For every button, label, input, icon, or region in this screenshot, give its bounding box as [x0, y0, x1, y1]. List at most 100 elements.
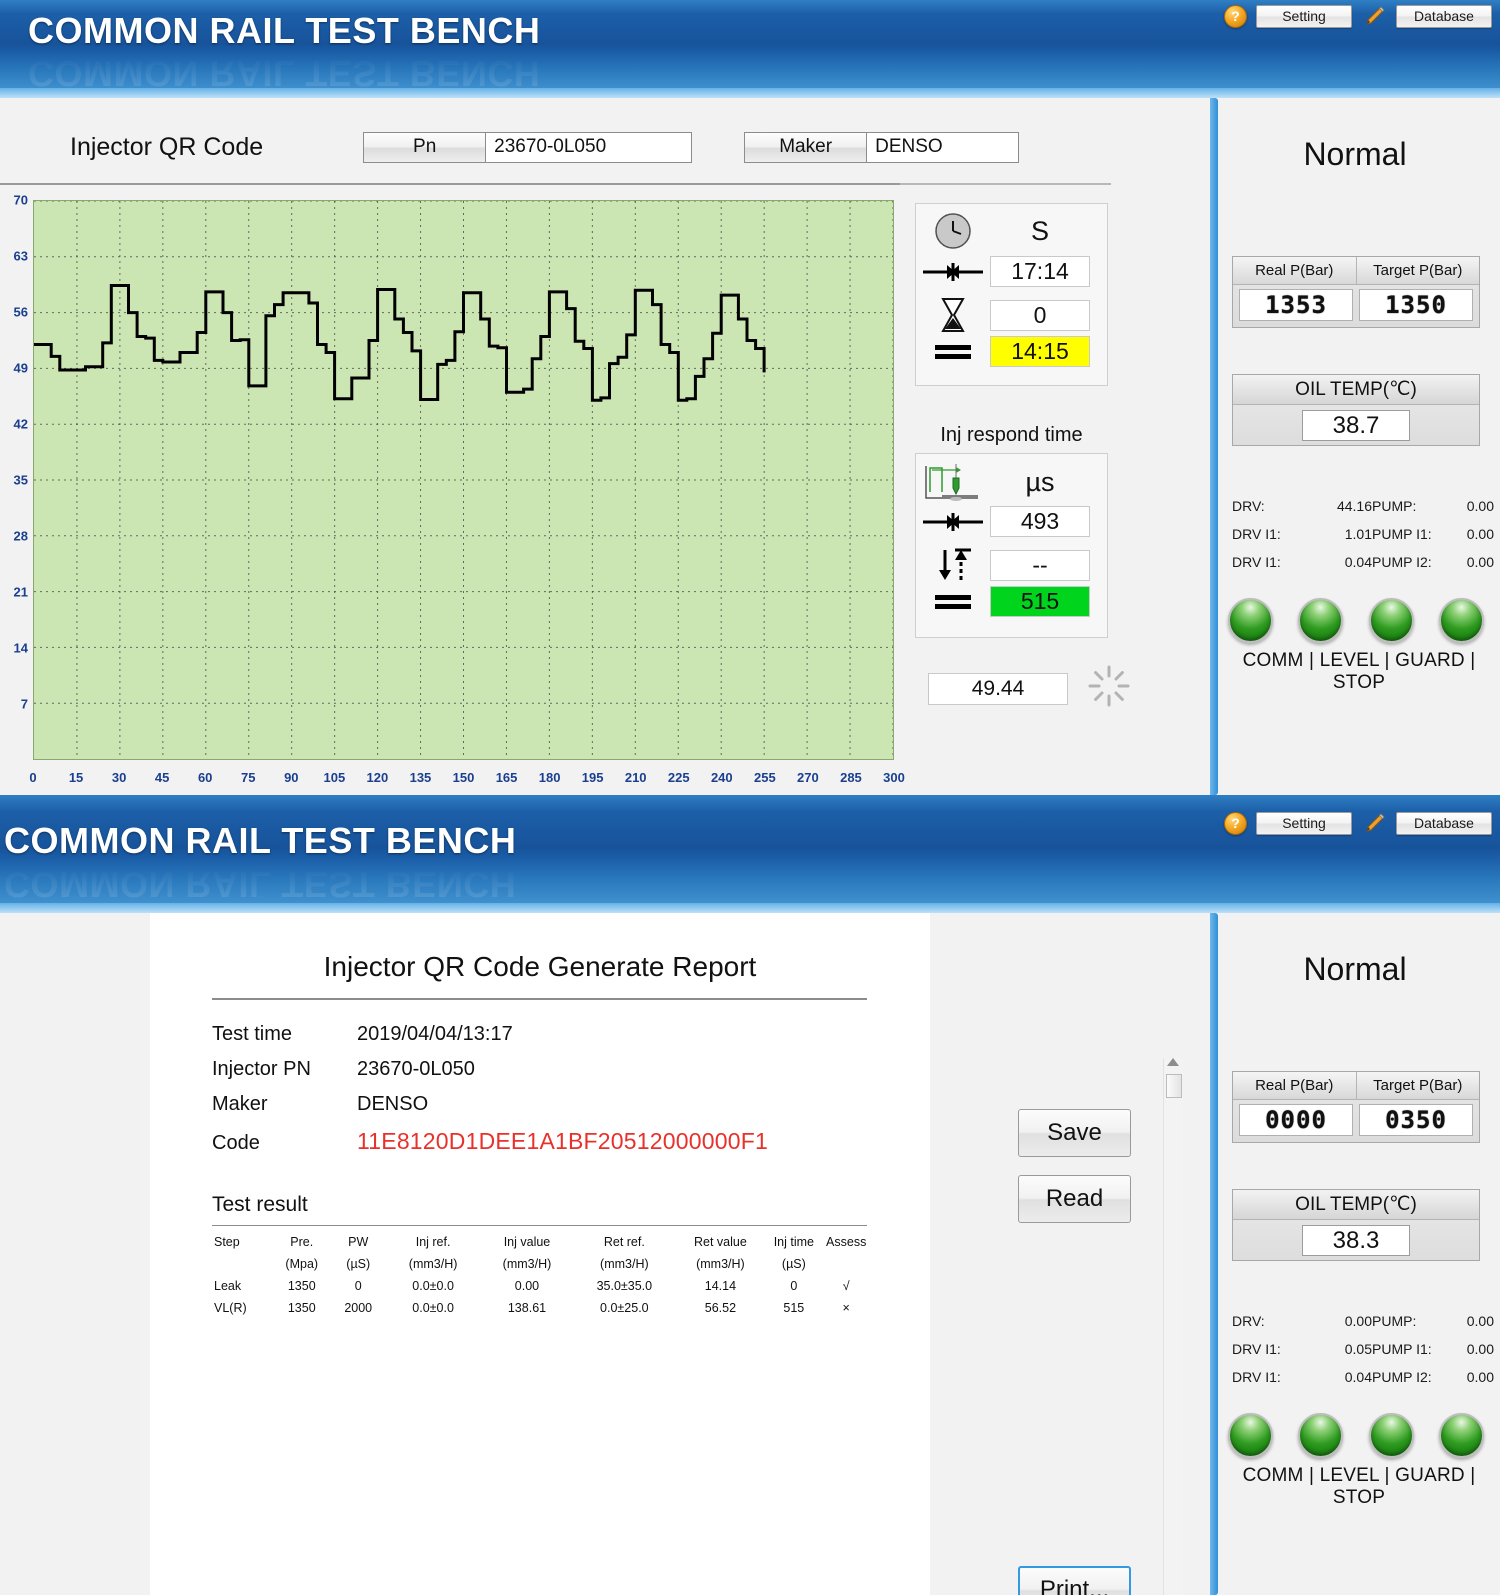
cell-ret-ref: 0.0±25.0: [600, 1301, 649, 1315]
report-title: Injector QR Code Generate Report: [323, 951, 757, 982]
injector-pn-value: 23670-0L050: [357, 1058, 475, 1080]
injector-qr-label: Injector QR Code: [70, 132, 264, 161]
status-state-top: Normal: [1303, 136, 1407, 172]
target-pressure-label: Target P(Bar): [1356, 257, 1479, 285]
pencil-icon[interactable]: [1361, 811, 1387, 835]
x-tick-label: 165: [495, 770, 518, 785]
drv-label-0: DRV:: [1232, 498, 1265, 514]
maker-button[interactable]: Maker: [744, 131, 868, 163]
pump-value-0: 0.00: [1466, 1313, 1494, 1329]
setting-button[interactable]: Setting: [1256, 811, 1352, 835]
y-tick-label: 14: [13, 640, 28, 656]
spinner-icon: [1086, 663, 1132, 714]
drv-value-1: 1.01: [1344, 526, 1372, 542]
help-circle-icon[interactable]: ?: [1224, 4, 1247, 28]
maker-value[interactable]: DENSO: [867, 131, 1020, 163]
y-tick-label: 35: [13, 472, 28, 488]
app-title-reflection-bottom: COMMON RAIL TEST BENCH: [4, 864, 517, 905]
led-guard: [1368, 1413, 1414, 1458]
scrollbar-thumb[interactable]: [1166, 1074, 1182, 1098]
cell-ret-value: 56.52: [704, 1301, 737, 1315]
led-level: [1298, 1413, 1344, 1458]
cell-inj-time: 0: [790, 1279, 798, 1293]
y-tick-label: 49: [13, 360, 28, 376]
read-button[interactable]: Read: [1018, 1175, 1131, 1223]
pump-label-1: PUMP I1:: [1372, 526, 1432, 542]
pn-button[interactable]: Pn: [363, 131, 487, 163]
x-tick-label: 285: [840, 770, 862, 785]
unit-pw: (µS): [346, 1257, 371, 1271]
cell-inj-ref: 0.0±0.0: [412, 1279, 454, 1293]
help-circle-icon[interactable]: ?: [1224, 811, 1247, 835]
x-tick-label: 150: [452, 770, 475, 785]
clock-icon: [916, 210, 990, 252]
status-led-labels-bottom: COMM | LEVEL | GUARD | STOP: [1242, 1465, 1476, 1508]
pressure-box-bottom: Real P(Bar) Target P(Bar) 0000 0350: [1232, 1071, 1480, 1143]
real-pressure-value: 1353: [1239, 289, 1353, 321]
th-inj-time: Inj time: [773, 1235, 814, 1249]
report-scrollbar[interactable]: [1163, 1058, 1183, 1595]
y-tick-label: 70: [13, 192, 28, 208]
x-tick-label: 60: [197, 770, 213, 785]
x-tick-label: 195: [581, 770, 604, 785]
app-title-reflection: COMMON RAIL TEST BENCH: [28, 53, 541, 94]
status-leds-bottom: [1228, 1413, 1484, 1458]
oil-temp-value: 38.3: [1302, 1225, 1410, 1256]
drv-label-1: DRV I1:: [1232, 1341, 1281, 1357]
pencil-icon[interactable]: [1361, 4, 1387, 28]
setting-button[interactable]: Setting: [1256, 4, 1352, 28]
led-stop: [1438, 598, 1484, 643]
pressure-box-top: Real P(Bar) Target P(Bar) 1353 1350: [1232, 256, 1480, 328]
database-button[interactable]: Database: [1396, 811, 1492, 835]
bottom-window: COMMON RAIL TEST BENCH COMMON RAIL TEST …: [0, 795, 1500, 1595]
drv-value-0: 0.00: [1344, 1313, 1372, 1329]
print-button[interactable]: Print...: [1018, 1566, 1131, 1595]
cell-ret-value: 14.14: [704, 1279, 737, 1293]
x-tick-label: 105: [323, 770, 346, 785]
chart-series-line: [34, 201, 893, 759]
inj-respond-panel: µs 493 -- 515: [915, 453, 1108, 638]
th-ret-ref: Ret ref.: [603, 1235, 645, 1249]
cell-step: Leak: [214, 1279, 242, 1293]
hourglass-icon: [916, 296, 990, 334]
timer-total-value: 14:15: [990, 336, 1090, 367]
target-pressure-value: 1350: [1359, 289, 1473, 321]
chart-x-axis: 0 15 30 45 60 75 90 105 120 135 150 165 180 195 210 225…: [29, 770, 904, 790]
report-field-row: Maker DENSO: [212, 1093, 892, 1116]
real-pressure-label: Real P(Bar): [1233, 257, 1357, 285]
y-tick-label: 42: [13, 416, 28, 432]
report-fields: Test time 2019/04/04/13:17 Injector PN 2…: [212, 1023, 892, 1167]
x-tick-label: 90: [284, 770, 299, 785]
top-window: COMMON RAIL TEST BENCH COMMON RAIL TEST …: [0, 0, 1500, 795]
led-guard: [1368, 598, 1414, 643]
bottom-window-body: Injector QR Code Generate Report Test ti…: [0, 913, 1500, 1595]
x-tick-label: 225: [667, 770, 690, 785]
pump-label-0: PUMP:: [1372, 1313, 1417, 1329]
injector-waveform-icon: [916, 458, 990, 506]
test-result-title: Test result: [212, 1193, 308, 1216]
up-down-arrows-icon: [916, 546, 990, 584]
respond-close-value: --: [990, 549, 1090, 581]
x-tick-label: 255: [753, 770, 776, 785]
pump-label-2: PUMP I2:: [1372, 554, 1432, 570]
th-ret-value: Ret value: [694, 1235, 747, 1249]
database-button[interactable]: Database: [1396, 4, 1492, 28]
unit-ret-ref: (mm3/H): [600, 1257, 649, 1271]
unit-ret-value: (mm3/H): [696, 1257, 745, 1271]
pump-value-2: 0.00: [1466, 554, 1494, 570]
x-tick-label: 120: [366, 770, 389, 785]
pump-value-2: 0.00: [1466, 1369, 1494, 1385]
pump-label-0: PUMP:: [1372, 498, 1417, 514]
save-button[interactable]: Save: [1018, 1109, 1131, 1157]
x-tick-label: 240: [710, 770, 733, 785]
pn-value[interactable]: 23670-0L050: [486, 131, 693, 163]
top-titlebar: COMMON RAIL TEST BENCH COMMON RAIL TEST …: [0, 0, 1500, 98]
oil-temp-label: OIL TEMP(℃): [1233, 375, 1479, 405]
equals-icon: [916, 342, 990, 362]
injector-qr-row: Injector QR Code Pn 23670-0L050 Maker DE…: [0, 118, 1180, 176]
maker-label: Maker: [212, 1093, 268, 1115]
th-step: Step: [214, 1235, 240, 1249]
cell-inj-value: 138.61: [507, 1301, 547, 1315]
injector-pn-label: Injector PN: [212, 1058, 311, 1080]
scroll-up-icon[interactable]: [1167, 1058, 1179, 1066]
